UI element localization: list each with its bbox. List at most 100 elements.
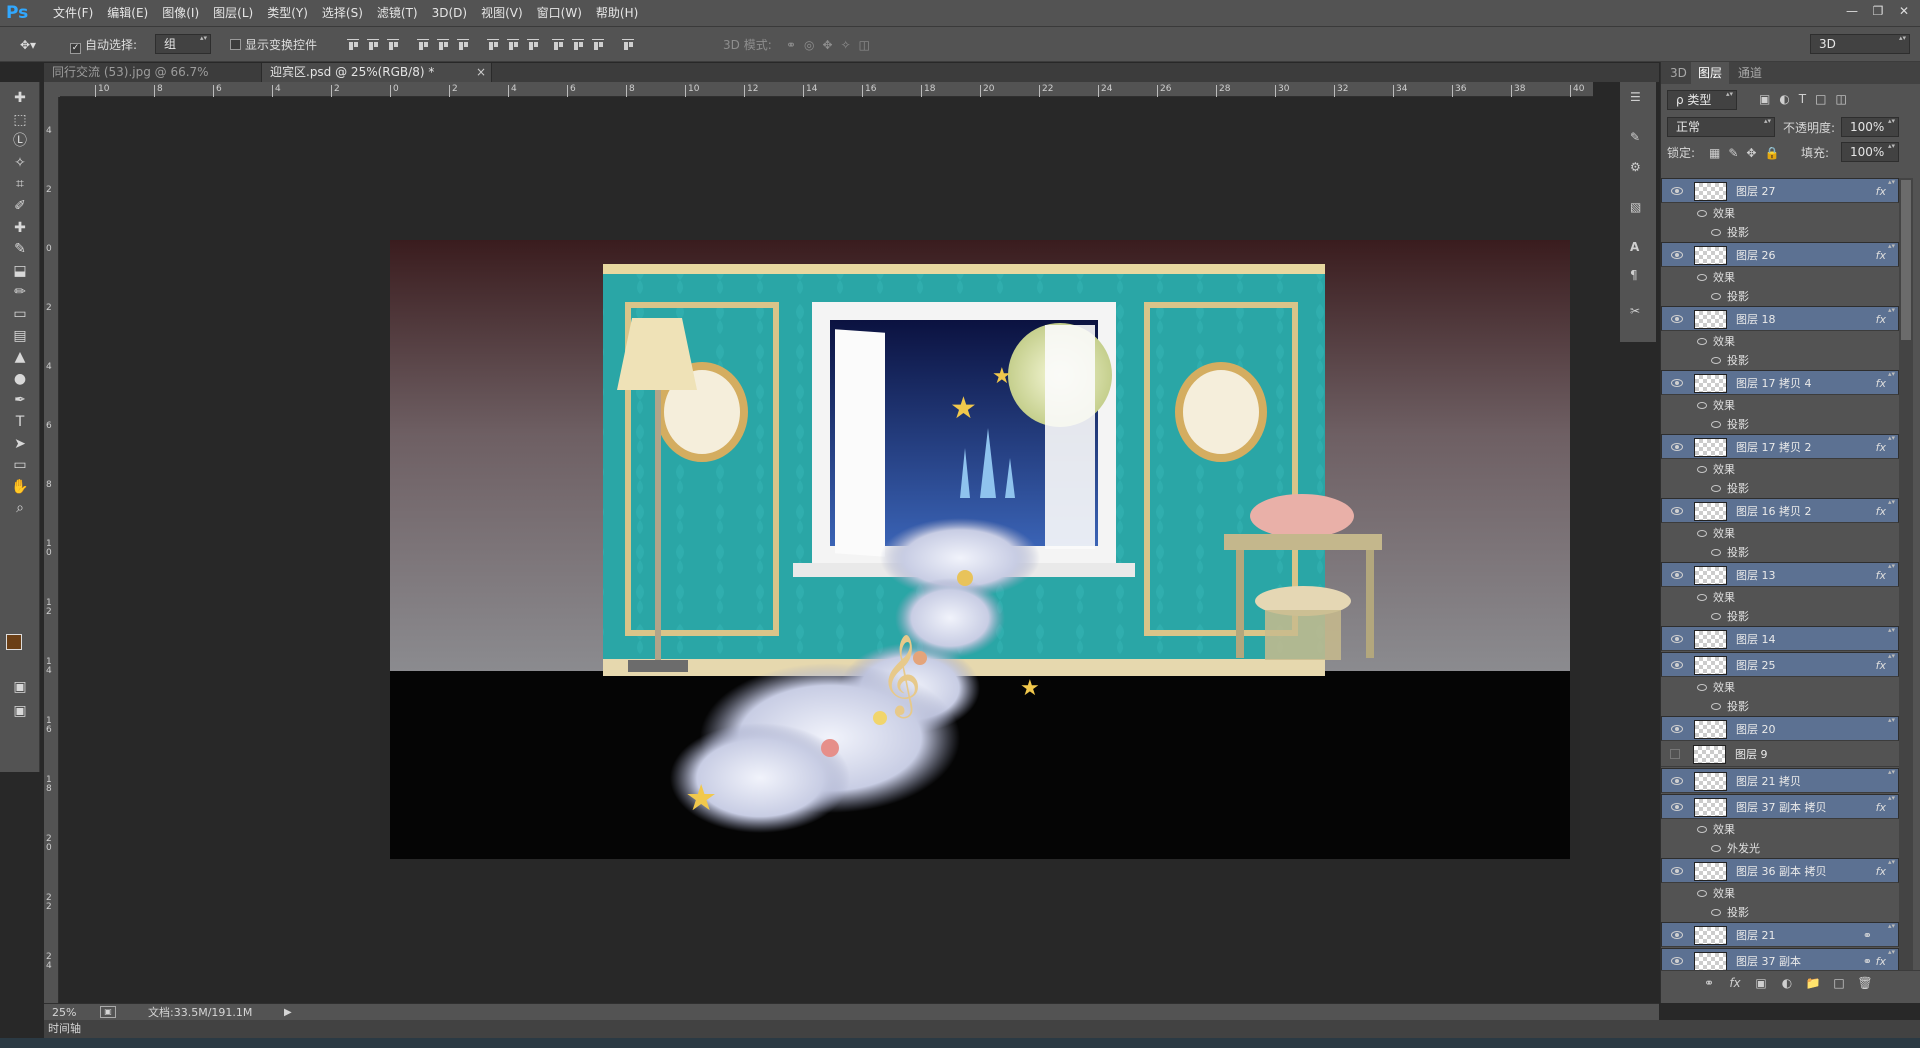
fx-icon[interactable]: fx xyxy=(1876,653,1886,678)
align-icon[interactable] xyxy=(505,36,521,52)
fill-input[interactable]: 100% xyxy=(1841,142,1899,162)
layer-row[interactable]: 图层 27 fx xyxy=(1661,178,1899,203)
blur-tool-icon[interactable]: ▲ xyxy=(10,347,30,367)
menu-item[interactable]: 帮助(H) xyxy=(589,0,645,27)
auto-select-dropdown[interactable]: 组 xyxy=(155,34,211,54)
scrollbar-thumb[interactable] xyxy=(1901,180,1911,340)
adjustment-layer-icon[interactable]: ◐ xyxy=(1779,975,1795,991)
canvas-area[interactable]: 𝄞 ★ ★ ★ ★ xyxy=(60,98,1593,1003)
minimize-icon[interactable]: — xyxy=(1842,2,1862,20)
quick-mask-icon[interactable]: ▣ xyxy=(10,677,30,697)
clone-stamp-icon[interactable]: ⬓ xyxy=(10,261,30,281)
fx-icon[interactable]: fx xyxy=(1876,307,1886,332)
workspace-dropdown[interactable]: 3D xyxy=(1810,34,1910,54)
menu-item[interactable]: 图层(L) xyxy=(206,0,260,27)
eyedropper-icon[interactable]: ✐ xyxy=(10,196,30,216)
visibility-eye-icon[interactable] xyxy=(1697,890,1707,897)
layer-row[interactable]: 图层 17 拷贝 2 fx xyxy=(1661,434,1899,459)
visibility-eye-icon[interactable] xyxy=(1711,293,1721,300)
crop-tool-icon[interactable]: ⌗ xyxy=(10,174,30,194)
lock-icons[interactable]: ▦✎✥🔒 xyxy=(1709,144,1787,162)
visibility-eye-icon[interactable] xyxy=(1711,703,1721,710)
tab-3d[interactable]: 3D xyxy=(1663,62,1694,84)
menu-item[interactable]: 3D(D) xyxy=(425,0,474,27)
visibility-eye-icon[interactable] xyxy=(1697,530,1707,537)
effect-row[interactable]: 投影 xyxy=(1661,223,1899,242)
fx-icon[interactable]: fx xyxy=(1876,795,1886,820)
history-icon[interactable]: ☰ xyxy=(1630,90,1641,104)
effects-row[interactable]: 效果 xyxy=(1661,588,1899,607)
fx-icon[interactable]: fx xyxy=(1727,975,1743,991)
visibility-eye-icon[interactable] xyxy=(1697,594,1707,601)
gradient-tool-icon[interactable]: ▤ xyxy=(10,326,30,346)
align-icon[interactable] xyxy=(550,36,566,52)
effect-row[interactable]: 投影 xyxy=(1661,697,1899,716)
align-icon[interactable] xyxy=(590,36,606,52)
layer-row[interactable]: 图层 17 拷贝 4 fx xyxy=(1661,370,1899,395)
screen-mode-icon[interactable]: ▣ xyxy=(10,701,30,721)
align-icon[interactable] xyxy=(485,36,501,52)
visibility-eye-icon[interactable] xyxy=(1711,229,1721,236)
visibility-eye-icon[interactable] xyxy=(1671,187,1683,195)
effects-row[interactable]: 效果 xyxy=(1661,678,1899,697)
fx-icon[interactable]: fx xyxy=(1876,499,1886,524)
adjustments-icon[interactable]: ⚙ xyxy=(1630,160,1641,174)
healing-brush-icon[interactable]: ✚ xyxy=(10,218,30,238)
foreground-color-swatch[interactable] xyxy=(6,634,22,650)
effects-row[interactable]: 效果 xyxy=(1661,884,1899,903)
brush-tool-icon[interactable]: ✎ xyxy=(10,239,30,259)
shape-tool-icon[interactable]: ▭ xyxy=(10,455,30,475)
effects-row[interactable]: 效果 xyxy=(1661,820,1899,839)
layer-row[interactable]: 图层 9 xyxy=(1661,742,1899,767)
visibility-eye-icon[interactable] xyxy=(1671,315,1683,323)
visibility-eye-icon[interactable] xyxy=(1671,957,1683,965)
effects-row[interactable]: 效果 xyxy=(1661,460,1899,479)
opacity-input[interactable]: 100% xyxy=(1841,117,1899,137)
align-icon[interactable] xyxy=(620,36,636,52)
character-icon[interactable]: A xyxy=(1630,240,1639,254)
eraser-tool-icon[interactable]: ▭ xyxy=(10,304,30,324)
effect-row[interactable]: 投影 xyxy=(1661,479,1899,498)
hand-tool-icon[interactable]: ✋ xyxy=(10,477,30,497)
menu-item[interactable]: 编辑(E) xyxy=(100,0,155,27)
show-transform-checkbox[interactable]: 显示变换控件 xyxy=(230,36,317,54)
status-menu-arrow-icon[interactable]: ▶ xyxy=(284,1004,292,1021)
align-icon[interactable] xyxy=(455,36,471,52)
tab-channels[interactable]: 通道 xyxy=(1731,62,1769,84)
layer-row[interactable]: 图层 21 拷贝 xyxy=(1661,768,1899,793)
visibility-eye-icon[interactable] xyxy=(1671,251,1683,259)
folder-icon[interactable]: 📁 xyxy=(1805,975,1821,991)
restore-icon[interactable]: ❐ xyxy=(1868,2,1888,20)
fx-icon[interactable]: fx xyxy=(1876,859,1886,884)
tab-layers[interactable]: 图层 xyxy=(1691,62,1730,84)
tab-psd[interactable]: 迎宾区.psd @ 25%(RGB/8) * × xyxy=(262,63,492,82)
move-tool-icon[interactable]: ✥▾ xyxy=(20,36,36,54)
path-select-icon[interactable]: ➤ xyxy=(10,434,30,454)
align-icon[interactable] xyxy=(570,36,586,52)
paragraph-icon[interactable]: ¶ xyxy=(1630,268,1638,282)
align-icon[interactable] xyxy=(345,36,361,52)
visibility-eye-icon[interactable] xyxy=(1711,845,1721,852)
menu-item[interactable]: 类型(Y) xyxy=(260,0,315,27)
pen-tool-icon[interactable]: ✒ xyxy=(10,390,30,410)
visibility-eye-icon[interactable] xyxy=(1671,443,1683,451)
visibility-eye-icon[interactable] xyxy=(1697,466,1707,473)
align-icon[interactable] xyxy=(365,36,381,52)
align-icon[interactable] xyxy=(435,36,451,52)
fx-icon[interactable]: fx xyxy=(1876,435,1886,460)
effect-row[interactable]: 投影 xyxy=(1661,351,1899,370)
close-tab-icon[interactable]: × xyxy=(476,63,486,82)
blend-mode-dropdown[interactable]: 正常 xyxy=(1667,117,1775,137)
effects-row[interactable]: 效果 xyxy=(1661,204,1899,223)
effect-row[interactable]: 投影 xyxy=(1661,903,1899,922)
tab-jpg[interactable]: 同行交流 (53).jpg @ 66.7%(RGB/8)× xyxy=(44,63,262,98)
effect-row[interactable]: 外发光 xyxy=(1661,839,1899,858)
history-brush-icon[interactable]: ✏ xyxy=(10,282,30,302)
visibility-eye-icon[interactable] xyxy=(1697,402,1707,409)
auto-select-checkbox[interactable]: ✓ 自动选择: xyxy=(70,36,137,54)
align-icon[interactable] xyxy=(385,36,401,52)
effects-row[interactable]: 效果 xyxy=(1661,396,1899,415)
visibility-eye-icon[interactable] xyxy=(1671,777,1683,785)
visibility-eye-icon[interactable] xyxy=(1671,867,1683,875)
effects-row[interactable]: 效果 xyxy=(1661,332,1899,351)
